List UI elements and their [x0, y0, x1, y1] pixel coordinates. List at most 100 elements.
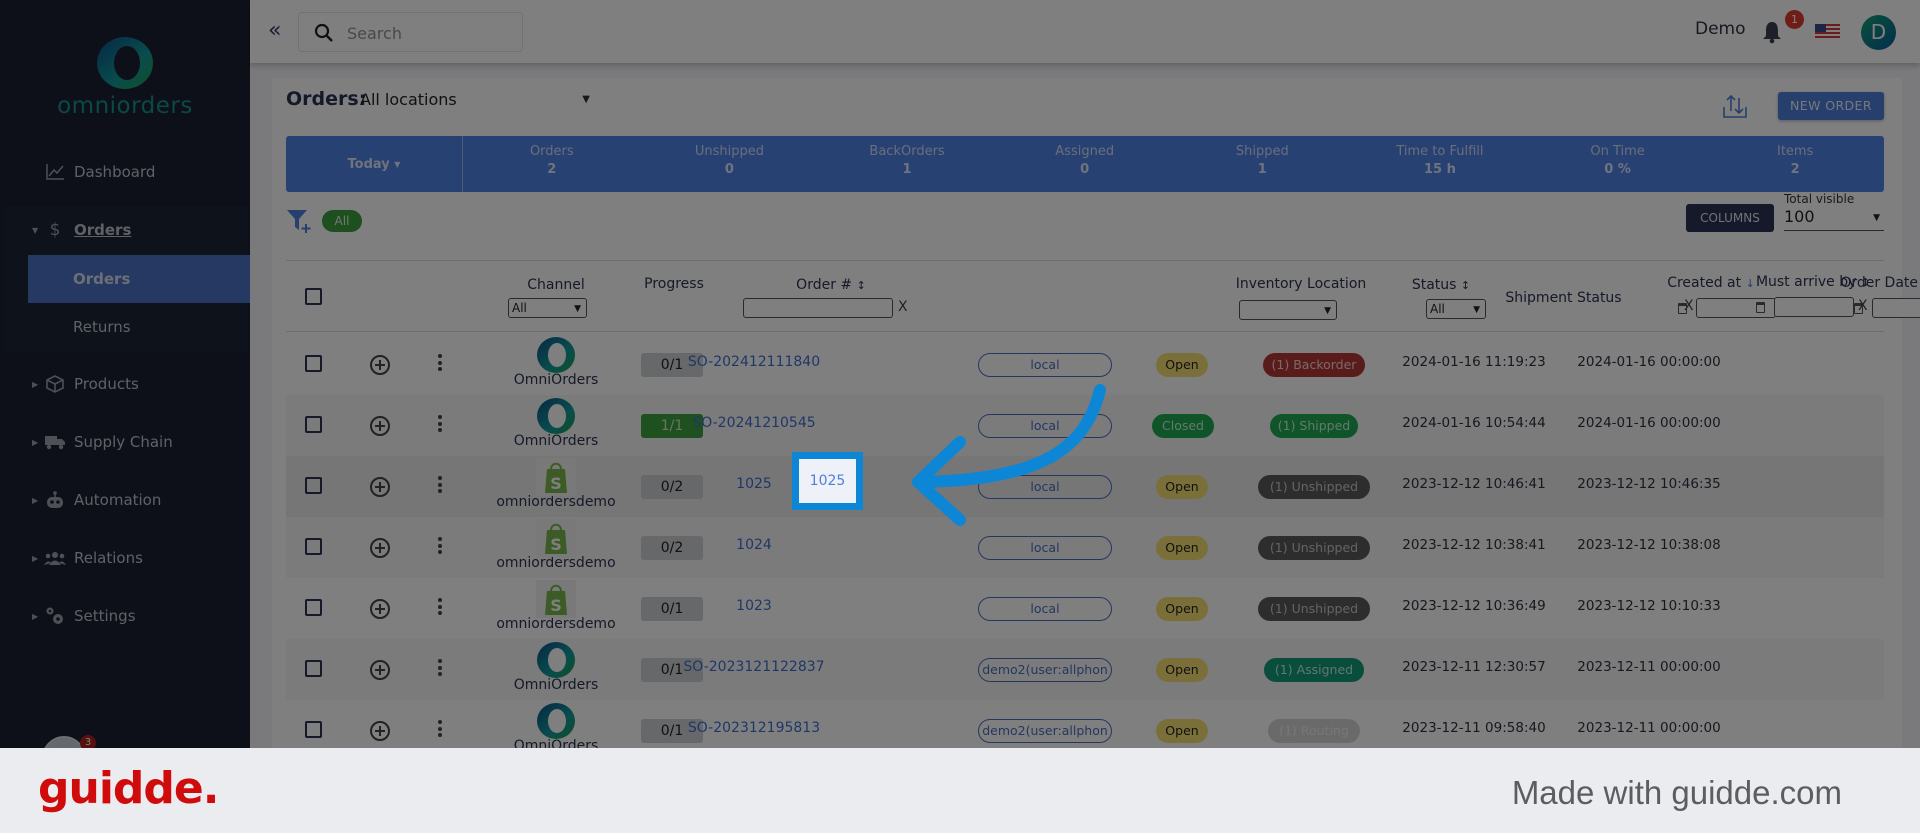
caret-down-icon: ▼: [394, 159, 401, 169]
sidebar-item-products[interactable]: ▶ Products: [0, 364, 250, 404]
inventory-location-pill[interactable]: local: [978, 597, 1112, 621]
sidebar-item-orders[interactable]: ▼ $ Orders: [0, 210, 250, 250]
stat-shipped: Shipped 1: [1235, 144, 1289, 177]
gears-icon: [44, 606, 66, 626]
period-selector[interactable]: Today ▼: [286, 136, 463, 192]
add-filter-icon[interactable]: [286, 210, 312, 238]
stat-on-time: On Time 0 %: [1590, 144, 1645, 177]
notification-badge: 1: [1785, 10, 1804, 29]
created-at: 2023-12-12 10:36:49: [1402, 598, 1546, 614]
order-number-link[interactable]: 1024: [644, 537, 864, 553]
sidebar-subitem-returns[interactable]: Returns: [28, 303, 250, 351]
row-checkbox[interactable]: [305, 355, 322, 372]
inventory-location-pill[interactable]: local: [978, 536, 1112, 560]
row-checkbox[interactable]: [305, 538, 322, 555]
select-all-checkbox[interactable]: [305, 288, 322, 305]
must-arrive-filter-input[interactable]: [1774, 297, 1854, 317]
search-icon: [313, 22, 335, 48]
table-row[interactable]: OmniOrders 0/1 SO-2023121122837 demo2(us…: [286, 639, 1884, 700]
row-menu-icon[interactable]: [438, 354, 442, 374]
brand-logo[interactable]: omniorders: [55, 35, 195, 119]
chart-line-icon: [44, 162, 66, 182]
table-row[interactable]: S omniordersdemo 0/1 1023 local Open (1)…: [286, 578, 1884, 639]
total-visible-select[interactable]: Total visible 100 ▼: [1784, 192, 1884, 231]
clear-order-date-filter-icon[interactable]: X: [1684, 298, 1694, 314]
expand-row-icon[interactable]: [370, 721, 390, 741]
row-checkbox[interactable]: [305, 660, 322, 677]
caret-down-icon: ▼: [32, 225, 39, 235]
robot-icon: [44, 490, 66, 510]
guidde-logo: guidde.: [38, 763, 219, 814]
order-date: 2023-12-11 00:00:00: [1577, 659, 1721, 675]
location-select[interactable]: All locations ▼: [360, 90, 590, 109]
us-flag-icon[interactable]: [1815, 24, 1840, 39]
channel-name: OmniOrders: [513, 677, 599, 693]
support-badge: 3: [80, 735, 96, 748]
col-status[interactable]: Status ↕: [1406, 277, 1476, 293]
order-number-link[interactable]: SO-20241210545: [644, 415, 864, 431]
caret-right-icon: ▶: [32, 437, 39, 447]
row-checkbox[interactable]: [305, 416, 322, 433]
row-checkbox[interactable]: [305, 721, 322, 738]
search-input[interactable]: [347, 21, 517, 45]
inventory-location-pill[interactable]: demo2(user:allphon: [978, 719, 1112, 743]
collapse-sidebar-icon[interactable]: «: [268, 18, 281, 43]
expand-row-icon[interactable]: [370, 477, 390, 497]
row-menu-icon[interactable]: [438, 415, 442, 435]
highlighted-order-link[interactable]: 1025: [792, 452, 863, 510]
sidebar-subitem-orders[interactable]: Orders: [28, 255, 250, 303]
created-at: 2024-01-16 11:19:23: [1402, 354, 1546, 370]
expand-row-icon[interactable]: [370, 599, 390, 619]
total-visible-value: 100: [1784, 207, 1815, 226]
user-avatar[interactable]: D: [1861, 15, 1896, 50]
clear-order-filter-icon[interactable]: X: [898, 299, 908, 315]
row-menu-icon[interactable]: [438, 720, 442, 740]
tutorial-arrow-icon: [912, 384, 1106, 526]
stat-unshipped: Unshipped 0: [694, 144, 764, 177]
new-order-button[interactable]: NEW ORDER: [1778, 92, 1884, 120]
row-menu-icon[interactable]: [438, 537, 442, 557]
created-at: 2023-12-11 12:30:57: [1402, 659, 1546, 675]
row-checkbox[interactable]: [305, 599, 322, 616]
inventory-location-pill[interactable]: demo2(user:allphon: [978, 658, 1112, 682]
sidebar-item-supply-chain[interactable]: ▶ Supply Chain: [0, 422, 250, 462]
order-number-link[interactable]: SO-202412111840: [644, 354, 864, 370]
omniorders-logo-icon: [94, 35, 156, 91]
row-menu-icon[interactable]: [438, 598, 442, 618]
order-number-filter-input[interactable]: [743, 298, 893, 318]
sidebar-item-automation[interactable]: ▶ Automation: [0, 480, 250, 520]
expand-row-icon[interactable]: [370, 538, 390, 558]
made-with-text: Made with guidde.com: [1511, 774, 1842, 811]
calendar-icon[interactable]: [1756, 302, 1765, 313]
col-must-arrive-by[interactable]: Must arrive by ↕: [1748, 274, 1878, 290]
stat-time-to-fulfill: Time to Fulfill 15 h: [1396, 144, 1484, 177]
order-number-link[interactable]: 1023: [644, 598, 864, 614]
bell-icon[interactable]: [1762, 20, 1782, 48]
shopify-logo-icon: S: [536, 580, 576, 618]
row-menu-icon[interactable]: [438, 659, 442, 679]
order-number-link[interactable]: SO-2023121122837: [644, 659, 864, 675]
filter-chip-all[interactable]: All: [322, 210, 362, 232]
order-number-link[interactable]: SO-202312195813: [644, 720, 864, 736]
sidebar-item-settings[interactable]: ▶ Settings: [0, 596, 250, 636]
channel-filter-select[interactable]: All ▼: [508, 298, 587, 318]
expand-row-icon[interactable]: [370, 355, 390, 375]
user-name[interactable]: Demo: [1695, 19, 1746, 39]
total-visible-label: Total visible: [1784, 192, 1855, 206]
row-menu-icon[interactable]: [438, 476, 442, 496]
sidebar-item-relations[interactable]: ▶ Relations: [0, 538, 250, 578]
columns-button[interactable]: COLUMNS: [1686, 204, 1774, 232]
export-icon[interactable]: [1722, 93, 1748, 123]
guidde-footer: guidde. Made with guidde.com: [0, 748, 1920, 833]
clear-must-arrive-filter-icon[interactable]: X: [1858, 298, 1868, 314]
row-checkbox[interactable]: [305, 477, 322, 494]
order-date-filter-input[interactable]: [1872, 298, 1920, 318]
col-order-number[interactable]: Order # ↕: [766, 277, 896, 293]
expand-row-icon[interactable]: [370, 416, 390, 436]
expand-row-icon[interactable]: [370, 660, 390, 680]
table-row[interactable]: OmniOrders 0/1 SO-202312195813 demo2(use…: [286, 700, 1884, 748]
sidebar-item-dashboard[interactable]: Dashboard: [0, 152, 250, 192]
location-filter-select[interactable]: ▼: [1239, 300, 1337, 320]
status-filter-select[interactable]: All ▼: [1426, 299, 1486, 319]
shipment-status-badge: (1) Unshipped: [1258, 597, 1370, 621]
